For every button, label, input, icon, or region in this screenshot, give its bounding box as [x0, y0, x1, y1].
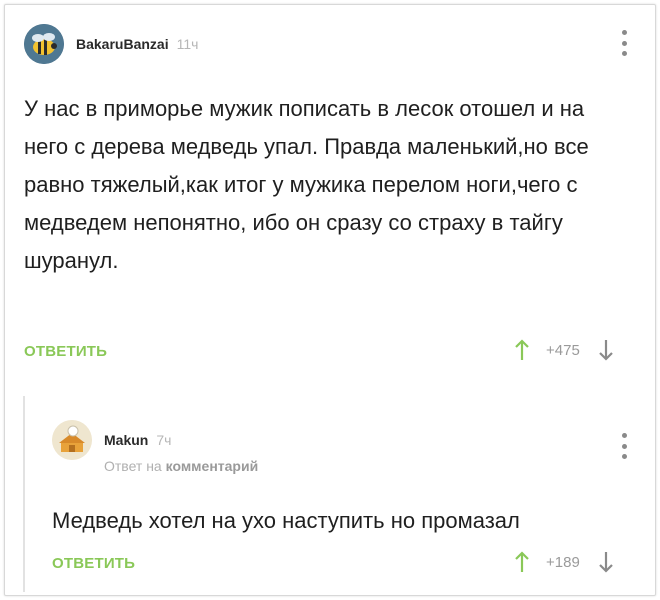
avatar[interactable]: [52, 420, 92, 460]
reply-to-prefix: Ответ на: [104, 458, 162, 474]
comment-time: 7ч: [156, 432, 172, 448]
arrow-down-icon[interactable]: [598, 338, 614, 362]
thread-line: [23, 396, 25, 592]
reply-to-link[interactable]: комментарий: [166, 458, 259, 474]
bee-avatar-icon: [24, 24, 64, 64]
rating-value: +475: [546, 341, 580, 359]
arrow-down-icon[interactable]: [598, 550, 614, 574]
reply-comment-header: Makun 7ч: [52, 420, 171, 460]
more-vertical-icon[interactable]: [620, 433, 628, 459]
arrow-up-icon[interactable]: [514, 550, 530, 574]
vote-controls: +475: [514, 338, 614, 362]
comment-author[interactable]: Makun: [104, 432, 148, 448]
avatar[interactable]: [24, 24, 64, 64]
more-vertical-icon[interactable]: [620, 30, 628, 56]
cat-house-avatar-icon: [52, 420, 92, 460]
reply-button[interactable]: ОТВЕТИТЬ: [24, 343, 107, 360]
reply-button[interactable]: ОТВЕТИТЬ: [52, 555, 135, 572]
comment-author[interactable]: BakaruBanzai: [76, 36, 169, 52]
reply-to-label: Ответ на комментарий: [104, 458, 258, 474]
vote-controls: +189: [514, 550, 614, 574]
comment-header: BakaruBanzai 11ч: [24, 24, 198, 64]
comment-text: Медведь хотел на ухо наступить но промаз…: [52, 508, 520, 533]
rating-value: +189: [546, 553, 580, 571]
comment-time: 11ч: [176, 36, 199, 52]
comment-text: У нас в приморье мужик пописать в лесок …: [24, 96, 589, 273]
arrow-up-icon[interactable]: [514, 338, 530, 362]
